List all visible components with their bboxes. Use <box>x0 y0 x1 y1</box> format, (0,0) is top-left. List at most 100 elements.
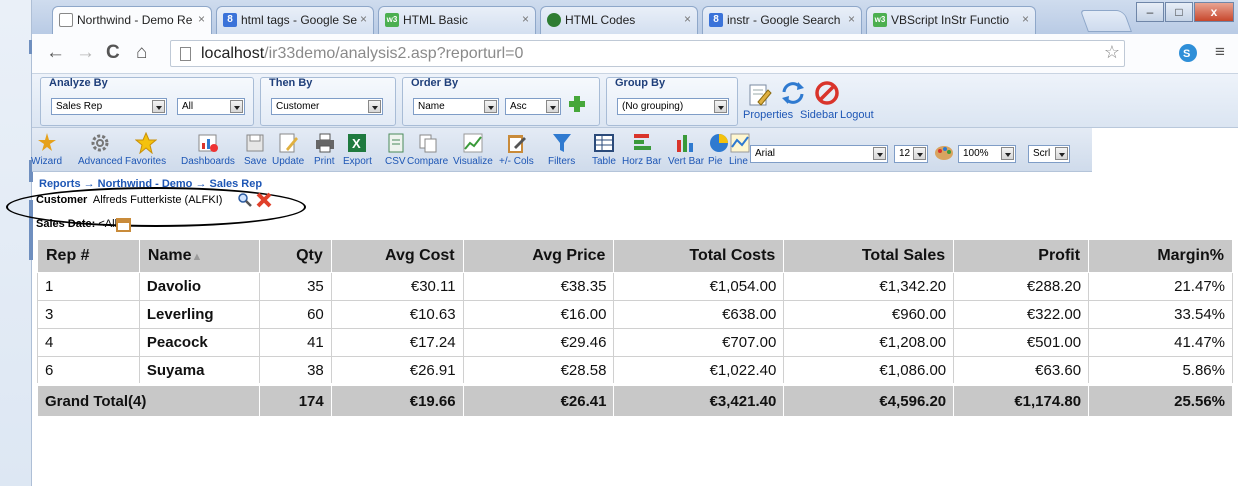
close-tab-icon[interactable]: × <box>848 12 855 26</box>
address-bar[interactable]: localhost/ir33demo/analysis2.asp?reportu… <box>170 40 1125 67</box>
column-header-name[interactable]: Name▲ <box>138 239 260 273</box>
column-header-profit[interactable]: Profit <box>953 239 1090 273</box>
search-icon[interactable] <box>238 193 252 207</box>
color-palette-icon[interactable] <box>934 142 954 162</box>
logout-link[interactable]: Logout <box>840 109 874 121</box>
table-row[interactable]: 3 Leverling 60 €10.63 €16.00 €638.00 €96… <box>37 300 1233 329</box>
remove-filter-icon[interactable] <box>256 192 272 208</box>
scroll-select[interactable]: Scrl <box>1028 145 1070 163</box>
favorites-button[interactable]: Favorites <box>125 132 166 167</box>
properties-link[interactable]: Properties <box>743 109 793 121</box>
chevron-down-icon <box>152 100 165 113</box>
cell-profit: €322.00 <box>953 300 1090 329</box>
cell-avg-cost: €30.11 <box>330 272 464 301</box>
save-button[interactable]: Save <box>244 132 267 167</box>
logout-icon[interactable] <box>814 80 840 106</box>
vert-bar-button[interactable]: Vert Bar <box>668 132 704 167</box>
column-header-margin[interactable]: Margin% <box>1088 239 1233 273</box>
compare-button[interactable]: Compare <box>407 132 448 167</box>
table-row[interactable]: 4 Peacock 41 €17.24 €29.46 €707.00 €1,20… <box>37 328 1233 357</box>
horz-bar-button[interactable]: Horz Bar <box>622 132 661 167</box>
close-window-button[interactable]: x <box>1194 2 1234 22</box>
cell-rep: 3 <box>37 300 140 329</box>
filters-button[interactable]: Filters <box>548 132 575 167</box>
cell-profit: €63.60 <box>953 356 1090 385</box>
sidebar-link[interactable]: Sidebar <box>800 109 838 121</box>
column-header-rep[interactable]: Rep # <box>37 239 140 273</box>
grand-total-label: Grand Total(4) <box>37 383 260 417</box>
home-icon[interactable]: ⌂ <box>136 42 147 64</box>
add-order-plus-icon[interactable] <box>569 96 585 112</box>
extension-icon[interactable]: S <box>1178 43 1198 63</box>
browser-tab[interactable]: w3 VBScript InStr Functio × <box>866 6 1036 34</box>
analyze-filter-select[interactable]: All <box>177 98 245 115</box>
cell-name[interactable]: Suyama <box>138 356 260 385</box>
browser-address-row: ← → C ⌂ localhost/ir33demo/analysis2.asp… <box>32 34 1238 74</box>
group-by-group: Group By (No grouping) <box>606 77 738 126</box>
column-header-qty[interactable]: Qty <box>258 239 332 273</box>
cell-margin: 5.86% <box>1088 356 1233 385</box>
column-header-avg-cost[interactable]: Avg Cost <box>330 239 464 273</box>
close-tab-icon[interactable]: × <box>198 12 205 26</box>
analyze-by-select[interactable]: Sales Rep <box>51 98 167 115</box>
line-label: Line <box>729 156 748 167</box>
chevron-down-icon <box>1055 147 1068 160</box>
export-button[interactable]: X Export <box>343 132 372 167</box>
table-row[interactable]: 6 Suyama 38 €26.91 €28.58 €1,022.40 €1,0… <box>37 356 1233 385</box>
browser-tab[interactable]: 8 html tags - Google Se × <box>216 6 374 34</box>
cell-name[interactable]: Peacock <box>138 328 260 357</box>
column-header-total-sales[interactable]: Total Sales <box>783 239 955 273</box>
tab-label: html tags - Google Se <box>241 13 358 27</box>
update-button[interactable]: Update <box>272 132 304 167</box>
pie-button[interactable]: Pie <box>708 132 730 167</box>
cell-name[interactable]: Leverling <box>138 300 260 329</box>
cell-name[interactable]: Davolio <box>138 272 260 301</box>
group-by-select[interactable]: (No grouping) <box>617 98 729 115</box>
print-button[interactable]: Print <box>314 132 336 167</box>
new-tab-button[interactable] <box>1079 10 1133 32</box>
customer-filter: Customer Alfreds Futterkiste (ALFKI) <box>36 192 272 208</box>
grand-total-row: Grand Total(4) 174 €19.66 €26.41 €3,421.… <box>37 383 1233 417</box>
back-arrow-icon[interactable]: ← <box>46 42 65 64</box>
close-tab-icon[interactable]: × <box>522 12 529 26</box>
menu-icon[interactable]: ≡ <box>1215 42 1225 62</box>
properties-icon[interactable] <box>746 82 772 108</box>
sidebar-refresh-icon[interactable] <box>780 80 806 106</box>
order-direction-select[interactable]: Asc <box>505 98 561 115</box>
visualize-button[interactable]: Visualize <box>453 132 493 167</box>
font-select[interactable]: Arial <box>750 145 888 163</box>
column-header-total-costs[interactable]: Total Costs <box>613 239 785 273</box>
columns-button[interactable]: +/- Cols <box>499 132 534 167</box>
browser-tab[interactable]: w3 HTML Basic × <box>378 6 536 34</box>
font-size-select[interactable]: 12 <box>894 145 928 163</box>
page-icon <box>180 47 191 61</box>
close-tab-icon[interactable]: × <box>1022 12 1029 26</box>
table-row[interactable]: 1 Davolio 35 €30.11 €38.35 €1,054.00 €1,… <box>37 272 1233 301</box>
save-label: Save <box>244 156 267 167</box>
browser-tab[interactable]: HTML Codes × <box>540 6 698 34</box>
bookmark-star-icon[interactable]: ☆ <box>1104 42 1120 63</box>
close-tab-icon[interactable]: × <box>684 12 691 26</box>
line-button[interactable]: Line <box>729 132 751 167</box>
wizard-button[interactable]: Wizard <box>31 132 62 167</box>
cell-rep: 1 <box>37 272 140 301</box>
favorites-label: Favorites <box>125 156 167 167</box>
order-by-select[interactable]: Name <box>413 98 499 115</box>
csv-button[interactable]: CSV <box>385 132 407 167</box>
minimize-button[interactable]: – <box>1136 2 1164 22</box>
close-tab-icon[interactable]: × <box>360 12 367 26</box>
forward-arrow-icon[interactable]: → <box>76 42 95 64</box>
column-header-avg-price[interactable]: Avg Price <box>462 239 615 273</box>
dashboards-button[interactable]: Dashboards <box>181 132 235 167</box>
table-button[interactable]: Table <box>592 132 616 167</box>
maximize-button[interactable]: □ <box>1165 2 1193 22</box>
then-by-select[interactable]: Customer <box>271 98 383 115</box>
chevron-down-icon <box>546 100 559 113</box>
calendar-icon[interactable] <box>116 217 131 232</box>
browser-tab[interactable]: Northwind - Demo Re × <box>52 6 212 35</box>
reload-icon[interactable]: C <box>106 42 120 64</box>
tab-label: VBScript InStr Functio <box>891 13 1010 27</box>
advanced-button[interactable]: Advanced <box>78 132 122 167</box>
zoom-select[interactable]: 100% <box>958 145 1016 163</box>
browser-tab[interactable]: 8 instr - Google Search × <box>702 6 862 34</box>
